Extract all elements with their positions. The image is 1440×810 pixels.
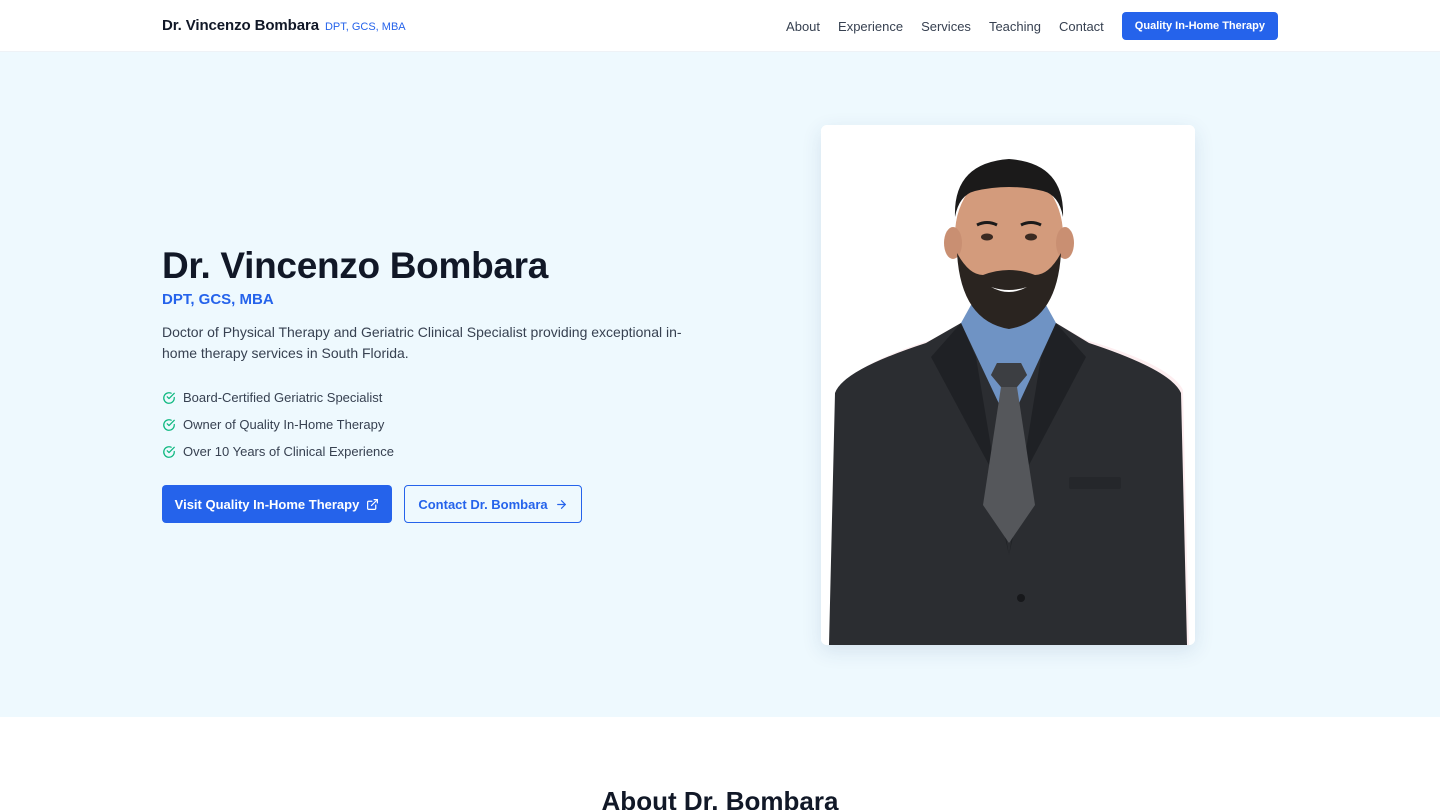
hero-description: Doctor of Physical Therapy and Geriatric…: [162, 324, 682, 361]
highlight-label: Owner of Quality In-Home Therapy: [183, 417, 385, 432]
external-link-icon: [366, 498, 379, 511]
nav-link-teaching[interactable]: Teaching: [989, 19, 1041, 34]
brand-name[interactable]: Dr. Vincenzo Bombara: [162, 17, 319, 34]
contact-button-label: Contact Dr. Bombara: [418, 496, 548, 512]
brand-credentials: DPT, GCS, MBA: [324, 21, 406, 33]
nav-link-services[interactable]: Services: [921, 19, 971, 34]
nav-link-about[interactable]: About: [786, 19, 820, 34]
visit-button-label: Visit Quality In-Home Therapy: [174, 496, 360, 512]
check-circle-icon: [162, 445, 176, 459]
highlight-item: Board-Certified Geriatric Specialist: [162, 384, 394, 411]
arrow-right-icon: [555, 498, 568, 511]
hero-title: Dr. Vincenzo Bombara: [162, 245, 549, 286]
hero-actions: Visit Quality In-Home Therapy Contact Dr…: [162, 485, 582, 523]
hero-section: Dr. Vincenzo Bombara DPT, GCS, MBA Docto…: [0, 52, 1440, 717]
nav-link-experience[interactable]: Experience: [838, 19, 903, 34]
hero-credentials: DPT, GCS, MBA: [162, 291, 274, 308]
highlight-item: Owner of Quality In-Home Therapy: [162, 411, 394, 438]
highlight-label: Over 10 Years of Clinical Experience: [183, 444, 395, 459]
profile-photo: [821, 125, 1195, 645]
check-circle-icon: [162, 391, 176, 405]
portrait-photo: [821, 125, 1195, 645]
highlights-list: Board-Certified Geriatric Specialist Own…: [162, 384, 394, 465]
nav-cta-button[interactable]: Quality In-Home Therapy: [1121, 12, 1278, 40]
highlight-label: Board-Certified Geriatric Specialist: [183, 390, 383, 405]
main-nav: About Experience Services Teaching Conta…: [786, 12, 1278, 40]
check-circle-icon: [162, 418, 176, 432]
visit-quality-in-home-therapy-button[interactable]: Visit Quality In-Home Therapy: [162, 485, 392, 523]
nav-link-contact[interactable]: Contact: [1059, 19, 1104, 34]
site-header: Dr. Vincenzo Bombara DPT, GCS, MBA About…: [0, 0, 1440, 52]
about-section-title: About Dr. Bombara: [601, 786, 839, 810]
highlight-item: Over 10 Years of Clinical Experience: [162, 438, 394, 465]
contact-dr-bombara-button[interactable]: Contact Dr. Bombara: [404, 485, 582, 523]
brand[interactable]: Dr. Vincenzo Bombara DPT, GCS, MBA: [162, 17, 406, 34]
